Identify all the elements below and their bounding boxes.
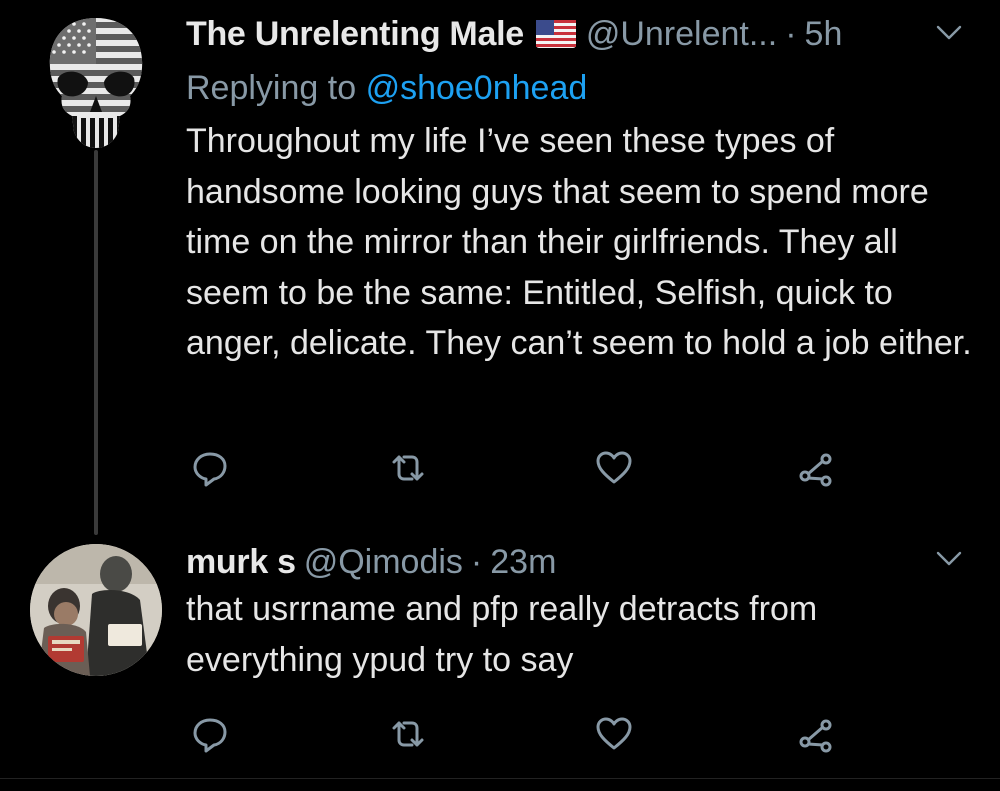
tweet-header: murk s @Qimodis · 23m [186, 542, 976, 582]
share-button[interactable] [794, 446, 838, 490]
tweet[interactable]: murk s @Qimodis · 23m that usrrname and … [0, 540, 1000, 791]
share-button[interactable] [794, 712, 838, 756]
chevron-down-icon[interactable] [936, 24, 962, 42]
retweet-icon [392, 455, 424, 481]
retweet-button[interactable] [386, 712, 430, 756]
author-handle[interactable]: @Unrelent... [586, 14, 777, 54]
reply-button[interactable] [188, 712, 232, 756]
author-display-name[interactable]: The Unrelenting Male [186, 14, 524, 54]
chevron-down-icon[interactable] [936, 550, 962, 568]
tweet-text: that usrrname and pfp really detracts fr… [186, 590, 818, 679]
like-button[interactable] [592, 712, 636, 756]
reply-icon [193, 452, 227, 487]
tweet-header: The Unrelenting Male @Unrelent... · 5h [186, 14, 976, 54]
tweet[interactable]: The Unrelenting Male @Unrelent... · 5h R… [0, 0, 1000, 540]
mention-link[interactable]: @shoe0nhead [366, 69, 588, 107]
replying-to-prefix: Replying to [186, 69, 357, 107]
like-button[interactable] [592, 446, 636, 490]
share-icon [799, 453, 832, 487]
reply-button[interactable] [188, 446, 232, 490]
reply-icon [193, 718, 227, 753]
retweet-icon [392, 721, 424, 747]
timestamp[interactable]: 23m [490, 542, 556, 582]
author-display-name[interactable]: murk s [186, 542, 296, 582]
tweet-text: Throughout my life I’ve seen these types… [186, 122, 972, 362]
divider [0, 778, 1000, 779]
replying-to: Replying to @shoe0nhead [186, 68, 976, 108]
heart-icon [596, 451, 632, 484]
avatar[interactable] [44, 16, 148, 150]
timestamp[interactable]: 5h [805, 14, 843, 54]
share-icon [799, 719, 832, 753]
retweet-button[interactable] [386, 446, 430, 490]
author-handle[interactable]: @Qimodis [304, 542, 463, 582]
thread-connector-line [94, 150, 98, 535]
separator-dot: · [470, 543, 483, 581]
separator-dot: · [785, 15, 797, 53]
us-flag-icon [535, 20, 576, 48]
heart-icon [596, 717, 632, 750]
